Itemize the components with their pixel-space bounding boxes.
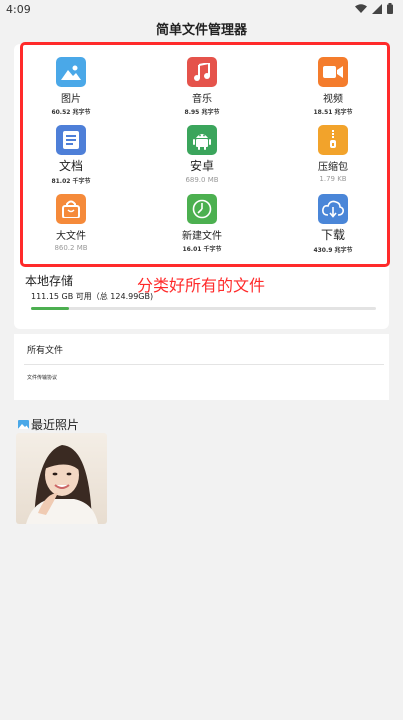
divider: [24, 364, 384, 365]
ftp-item[interactable]: 文件传输协议: [27, 375, 67, 382]
app-title: 简单文件管理器: [155, 23, 247, 38]
storage-info: 111.15 GB 可用（总 124.99GB): [31, 292, 154, 301]
all-files-item[interactable]: 所有文件: [27, 343, 63, 356]
recent-photos-title: 最近照片: [31, 418, 80, 432]
recent-photos-header: 最近照片: [18, 416, 79, 433]
storage-progress: [31, 307, 376, 310]
annotation-caption: 分类好所有的文件: [137, 276, 266, 295]
image-icon: [18, 420, 29, 429]
annotation-highlight-box: [20, 42, 390, 267]
navigation-bar: [0, 712, 403, 720]
recent-photo-thumbnail[interactable]: [16, 433, 107, 524]
battery-icon: [387, 3, 393, 14]
file-list-card: [14, 334, 389, 400]
status-bar: 4:09: [0, 0, 403, 20]
screen: 4:09 简单文件管理器 图片 60.52 兆字节 音乐 8.95 兆字节 视频…: [0, 0, 403, 720]
storage-progress-fill: [31, 307, 69, 310]
wifi-icon: [355, 3, 367, 13]
storage-title: 本地存储: [25, 274, 74, 288]
status-time: 4:09: [6, 3, 31, 16]
signal-icon: [372, 3, 382, 14]
status-icons: [355, 3, 393, 14]
